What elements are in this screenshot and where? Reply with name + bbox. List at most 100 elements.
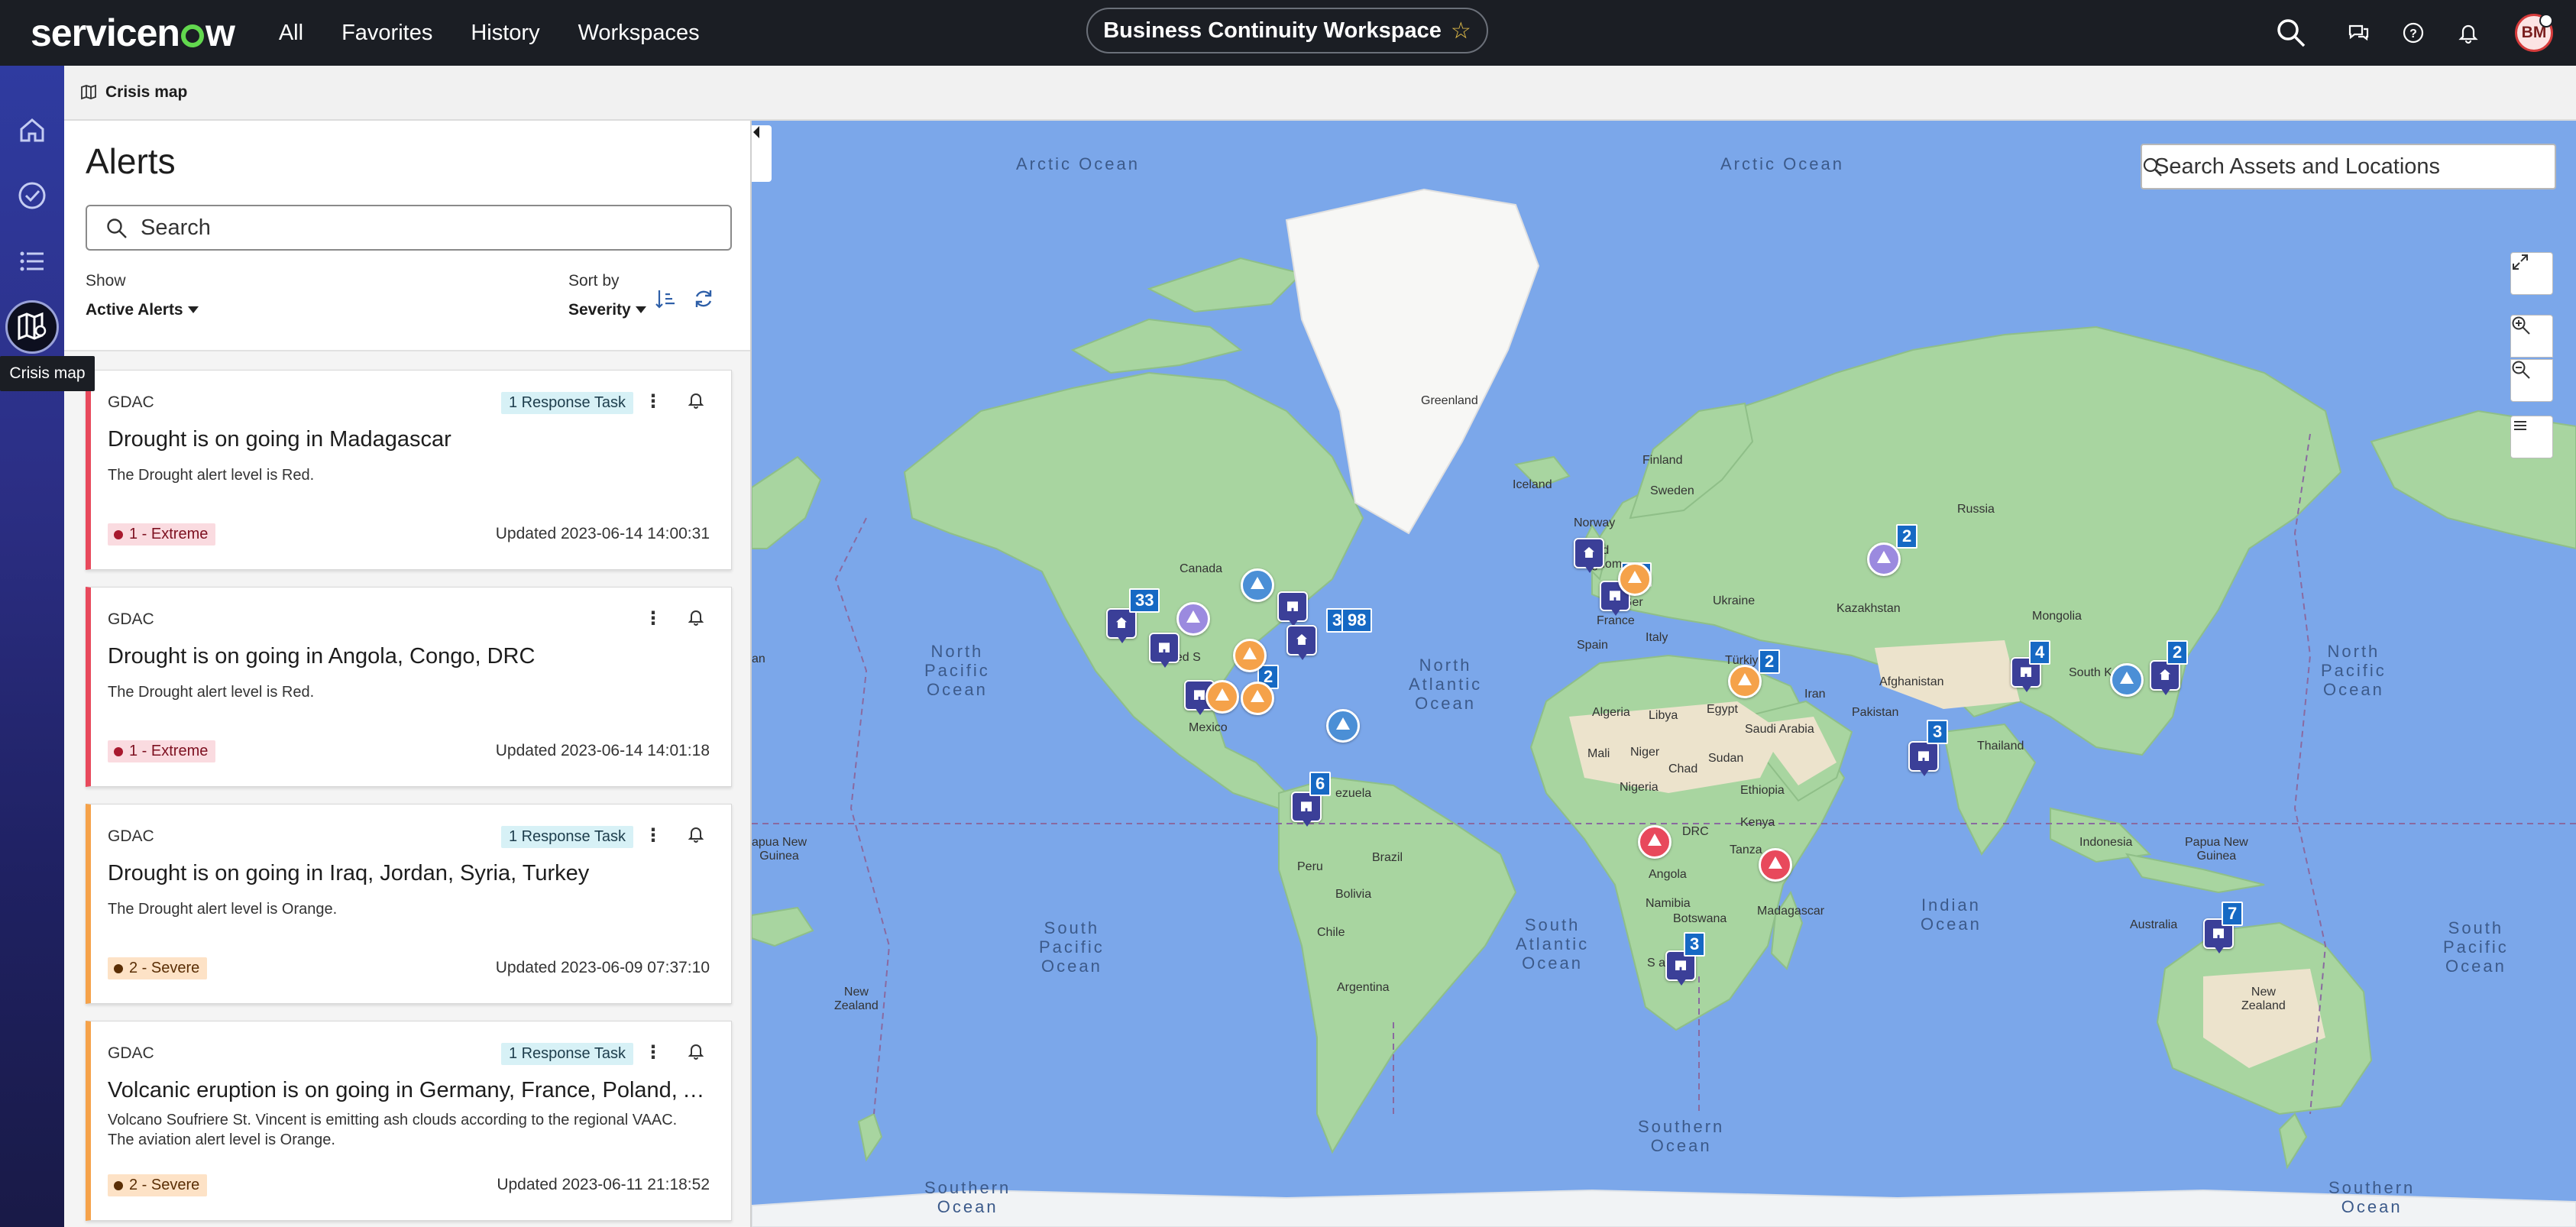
- asset-pin[interactable]: [1574, 538, 1604, 573]
- map-icon: [81, 85, 96, 100]
- rail-crisis-map[interactable]: [0, 296, 64, 358]
- alert-title[interactable]: Drought is on going in Iraq, Jordan, Syr…: [108, 861, 711, 886]
- refresh-icon[interactable]: [692, 287, 715, 310]
- collapse-panel-button[interactable]: [752, 125, 772, 182]
- alert-marker[interactable]: [2110, 663, 2144, 697]
- asset-pin[interactable]: [2150, 660, 2180, 695]
- nav-workspaces[interactable]: Workspaces: [578, 21, 700, 46]
- asset-location-search-input[interactable]: Search Assets and Locations: [2141, 144, 2556, 189]
- more-options-icon[interactable]: ⋮: [644, 1041, 662, 1064]
- response-task-badge[interactable]: 1 Response Task: [500, 1043, 633, 1065]
- asset-pin[interactable]: [1286, 625, 1317, 660]
- alert-title[interactable]: Drought is on going in Angola, Congo, DR…: [108, 644, 711, 669]
- alert-marker[interactable]: [1618, 562, 1652, 596]
- response-task-badge[interactable]: 1 Response Task: [500, 392, 633, 414]
- cluster-count[interactable]: 2: [2167, 640, 2189, 665]
- cluster-count[interactable]: 6: [1309, 772, 1332, 796]
- alert-marker[interactable]: [1233, 639, 1267, 672]
- bell-icon[interactable]: [688, 1043, 704, 1060]
- place-label: Iceland: [1513, 478, 1552, 491]
- alerts-search-input[interactable]: Search: [86, 205, 732, 251]
- alert-card[interactable]: GDAC 1 Response Task ⋮ Volcanic eruption…: [86, 1021, 732, 1221]
- alert-marker[interactable]: [1241, 681, 1274, 715]
- star-icon[interactable]: ☆: [1451, 18, 1471, 44]
- crisis-map[interactable]: Arctic Ocean Arctic Ocean North Pacific …: [752, 121, 2576, 1227]
- fullscreen-button[interactable]: [2510, 252, 2553, 295]
- asset-pin[interactable]: [1149, 633, 1180, 668]
- alert-marker[interactable]: [1205, 680, 1239, 714]
- workspace-selector[interactable]: Business Continuity Workspace ☆: [1086, 8, 1488, 53]
- place-label: Kenya: [1740, 816, 1775, 829]
- bell-icon[interactable]: [688, 392, 704, 409]
- chat-icon[interactable]: [2347, 21, 2370, 44]
- alert-title[interactable]: Drought is on going in Madagascar: [108, 427, 711, 452]
- sort-dropdown[interactable]: Severity: [568, 301, 646, 319]
- more-options-icon[interactable]: ⋮: [644, 824, 662, 847]
- zoom-in-button[interactable]: [2510, 315, 2553, 358]
- ocean-label: Southern Ocean: [2328, 1178, 2416, 1216]
- zoom-out-button[interactable]: [2510, 359, 2553, 402]
- building-icon: [1159, 643, 1170, 652]
- rail-list[interactable]: [0, 231, 64, 292]
- cluster-count[interactable]: 2: [1896, 524, 1918, 549]
- nav-all[interactable]: All: [279, 21, 303, 46]
- expand-icon: [2513, 254, 2528, 270]
- home-icon: [1116, 617, 1127, 628]
- more-options-icon[interactable]: ⋮: [644, 607, 662, 630]
- place-label: Mexico: [1189, 721, 1228, 734]
- severity-dot: [114, 746, 123, 756]
- map-icon: [18, 312, 47, 341]
- asset-pin[interactable]: [1908, 741, 1939, 776]
- alert-marker[interactable]: [1759, 848, 1792, 882]
- alert-updated: Updated 2023-06-09 07:37:10: [495, 959, 710, 976]
- alert-marker[interactable]: [1176, 602, 1210, 636]
- alert-source: GDAC: [108, 1044, 154, 1062]
- cluster-count[interactable]: 98: [1341, 608, 1373, 633]
- bell-icon[interactable]: [688, 826, 704, 843]
- cluster-count[interactable]: 3: [1927, 720, 1949, 744]
- place-label: Mongolia: [2032, 610, 2082, 623]
- alert-card[interactable]: GDAC 1 Response Task ⋮ Drought is on goi…: [86, 370, 732, 570]
- ocean-label: Southern Ocean: [1638, 1117, 1725, 1155]
- bell-icon[interactable]: [688, 609, 704, 626]
- chevron-left-icon: [753, 126, 759, 138]
- response-task-badge[interactable]: 1 Response Task: [500, 826, 633, 848]
- nav-favorites[interactable]: Favorites: [341, 21, 432, 46]
- help-icon[interactable]: ?: [2402, 21, 2425, 44]
- cluster-count[interactable]: 4: [2029, 640, 2051, 665]
- alert-card[interactable]: GDAC ⋮ Drought is on going in Angola, Co…: [86, 587, 732, 787]
- rail-tasks[interactable]: [0, 165, 64, 226]
- alert-updated: Updated 2023-06-11 21:18:52: [497, 1176, 710, 1193]
- place-label: Afghanistan: [1879, 675, 1944, 688]
- alert-marker[interactable]: [1728, 665, 1762, 698]
- cluster-count[interactable]: 7: [2222, 902, 2244, 926]
- more-options-icon[interactable]: ⋮: [644, 390, 662, 413]
- place-label: ezuela: [1335, 787, 1372, 800]
- asset-pin[interactable]: [1291, 792, 1322, 827]
- alert-title[interactable]: Volcanic eruption is on going in Germany…: [108, 1078, 711, 1103]
- rail-home[interactable]: [0, 99, 64, 160]
- alert-marker[interactable]: [1867, 542, 1901, 576]
- nav-history[interactable]: History: [471, 21, 539, 46]
- alert-marker[interactable]: [1241, 568, 1274, 602]
- asset-pin[interactable]: [1106, 608, 1137, 643]
- crisis-map-icon-ring: [5, 300, 59, 354]
- alert-marker[interactable]: [1638, 825, 1671, 859]
- alert-description: The Drought alert level is Orange.: [108, 901, 338, 918]
- cluster-count[interactable]: 33: [1129, 588, 1160, 613]
- sort-order-icon[interactable]: [654, 287, 677, 310]
- servicenow-logo[interactable]: servicen w: [31, 11, 235, 55]
- bell-icon[interactable]: [2457, 21, 2480, 44]
- cluster-count[interactable]: 2: [1759, 649, 1781, 674]
- breadcrumb-label[interactable]: Crisis map: [105, 83, 187, 102]
- alert-card[interactable]: GDAC 1 Response Task ⋮ Drought is on goi…: [86, 804, 732, 1004]
- search-icon[interactable]: [2275, 17, 2307, 49]
- show-dropdown[interactable]: Active Alerts: [86, 301, 199, 319]
- asset-pin[interactable]: [1277, 591, 1308, 626]
- cluster-count[interactable]: 3: [1684, 932, 1706, 957]
- layers-menu-button[interactable]: [2510, 416, 2553, 458]
- search-icon[interactable]: [2142, 157, 2163, 178]
- place-label: Australia: [2130, 918, 2178, 931]
- user-avatar[interactable]: BM: [2515, 14, 2553, 52]
- alert-marker[interactable]: [1326, 709, 1360, 743]
